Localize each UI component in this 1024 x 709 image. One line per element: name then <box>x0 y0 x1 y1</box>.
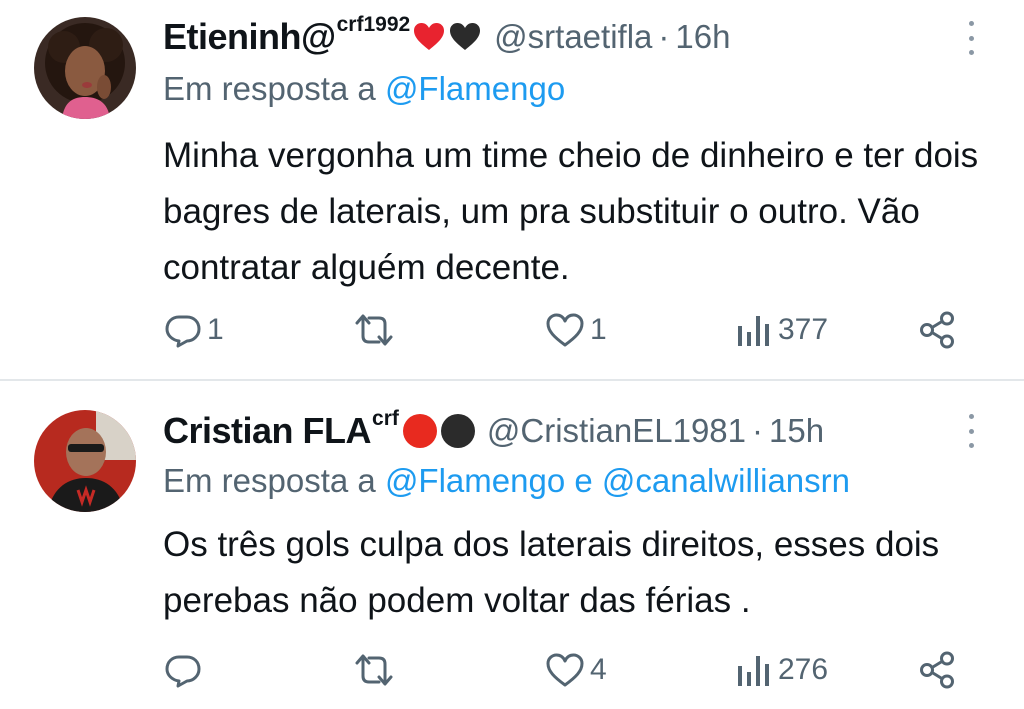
view-count: 377 <box>778 313 829 346</box>
share-button[interactable] <box>916 650 958 690</box>
display-name-superscript: crf <box>372 407 399 430</box>
like-count: 1 <box>590 313 607 346</box>
retweet-icon <box>355 654 393 686</box>
reply-icon <box>165 315 201 348</box>
retweet-button[interactable] <box>352 650 400 690</box>
action-bar: 1 1 377 <box>0 310 1024 350</box>
views-chart-icon <box>738 316 769 346</box>
more-options-icon[interactable] <box>966 414 976 448</box>
divider <box>0 379 1024 381</box>
user-handle[interactable]: @srtaetifla <box>494 18 652 56</box>
timestamp[interactable]: 15h <box>769 412 824 450</box>
views-chart-icon <box>738 656 769 686</box>
reply-prefix: Em resposta a <box>163 70 376 107</box>
heart-icon <box>546 653 584 687</box>
black-heart-icon <box>450 23 481 50</box>
reply-button[interactable]: 1 <box>163 310 224 350</box>
tweet-header: Cristian FLA crf @CristianEL1981 · 15h <box>163 407 824 452</box>
tweet-header: Etieninh@ crf1992 @srtaetifla · 16h <box>163 13 730 58</box>
reply-count: 1 <box>207 313 224 346</box>
reply-context: Em resposta a @Flamengo e @canalwillians… <box>163 462 850 500</box>
timestamp[interactable]: 16h <box>675 18 730 56</box>
reply-context: Em resposta a @Flamengo <box>163 70 565 108</box>
reply-prefix: Em resposta a <box>163 462 376 499</box>
display-name-superscript: crf1992 <box>336 13 411 36</box>
reply-mention-link[interactable]: @Flamengo <box>385 70 565 107</box>
reply-icon <box>165 655 201 688</box>
user-handle[interactable]: @CristianEL1981 <box>487 412 746 450</box>
red-heart-icon <box>414 23 445 50</box>
like-button[interactable]: 1 <box>544 310 607 350</box>
heart-icon <box>546 313 584 347</box>
reply-mention-joiner: e <box>574 462 593 499</box>
retweet-icon <box>355 314 393 346</box>
share-button[interactable] <box>916 310 958 350</box>
reply-mention-link[interactable]: @canalwilliansrn <box>602 462 850 499</box>
retweet-button[interactable] <box>352 310 400 350</box>
more-options-icon[interactable] <box>966 21 976 55</box>
reply-mention-link[interactable]: @Flamengo <box>385 462 565 499</box>
avatar[interactable] <box>34 17 136 119</box>
views-button[interactable]: 377 <box>734 310 828 350</box>
action-bar: 4 276 <box>0 650 1024 690</box>
tweet-card[interactable]: Etieninh@ crf1992 @srtaetifla · 16h Em r… <box>0 0 1024 380</box>
red-circle-icon <box>402 414 437 448</box>
like-count: 4 <box>590 653 607 686</box>
avatar[interactable] <box>34 410 136 512</box>
share-icon <box>920 311 954 349</box>
reply-button[interactable] <box>163 650 207 690</box>
tweet-text: Minha vergonha um time cheio de dinheiro… <box>163 136 979 287</box>
separator: · <box>752 412 764 449</box>
display-name[interactable]: Etieninh@ <box>163 16 336 58</box>
display-name[interactable]: Cristian FLA <box>163 410 372 452</box>
like-button[interactable]: 4 <box>544 650 607 690</box>
tweet-text: Os três gols culpa dos laterais direitos… <box>163 525 940 620</box>
separator: · <box>658 18 670 55</box>
black-circle-icon <box>440 414 475 448</box>
share-icon <box>920 651 954 689</box>
view-count: 276 <box>778 653 829 686</box>
views-button[interactable]: 276 <box>734 650 828 690</box>
